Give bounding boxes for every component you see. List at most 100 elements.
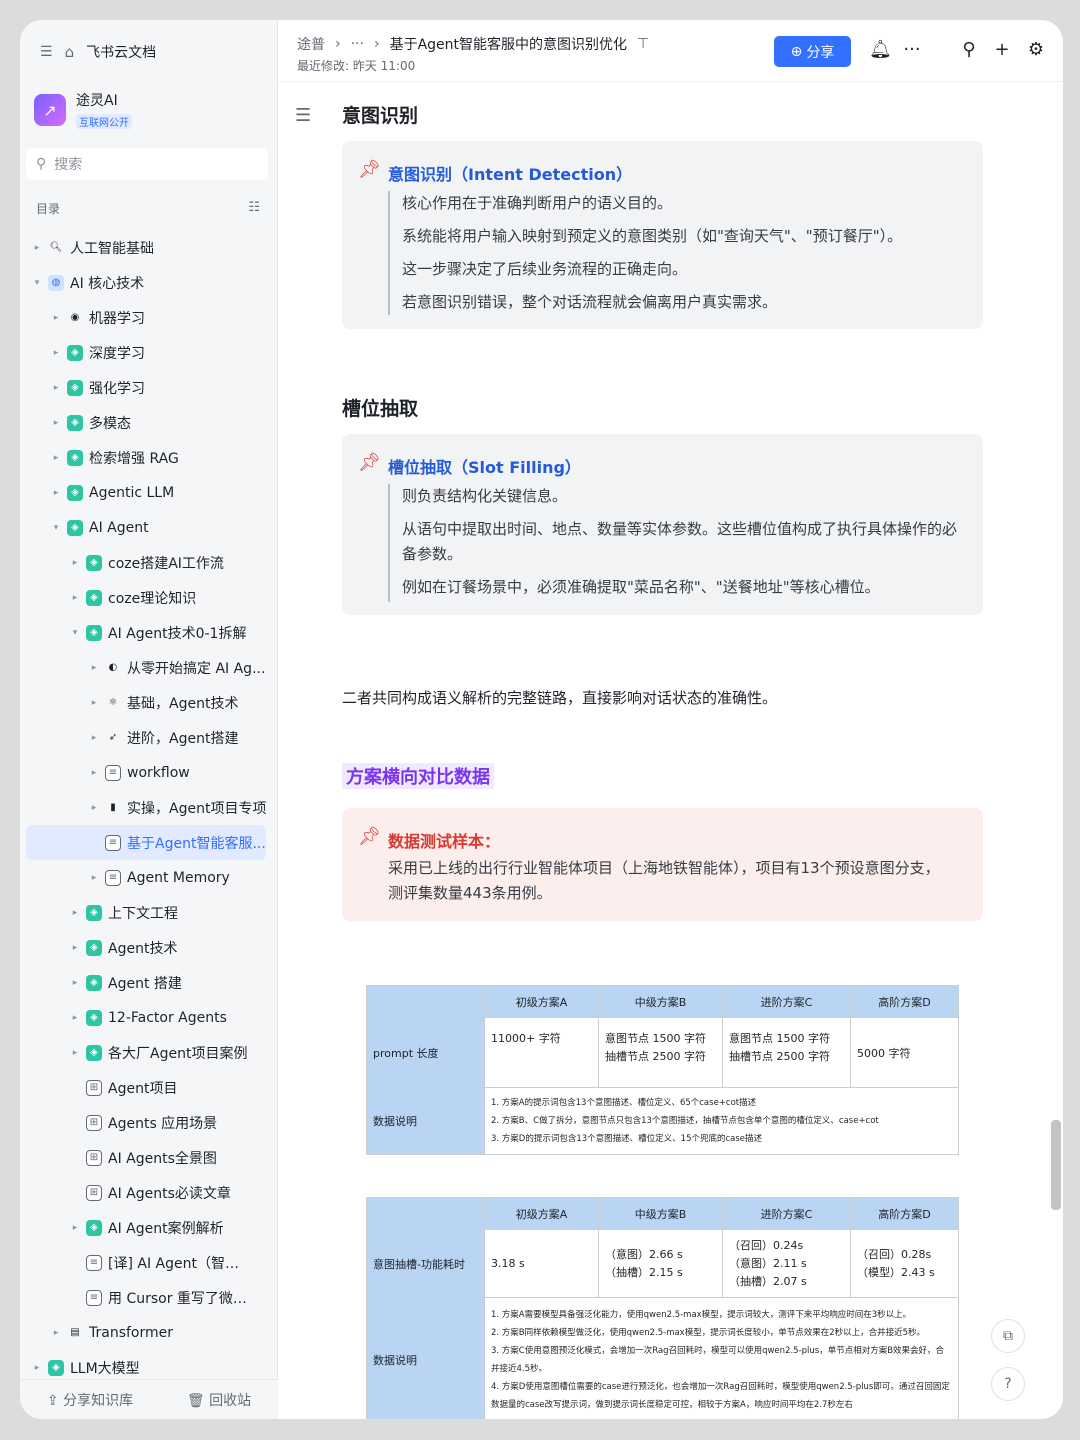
- outline-icon[interactable]: ☰: [295, 105, 311, 126]
- sidebar-item[interactable]: ▸ ≡ Agent Memory: [20, 860, 278, 895]
- sidebar-item[interactable]: ⊞ AI Agents必读文章: [20, 1175, 278, 1210]
- sidebar-item[interactable]: ▸ ➶ 进阶，Agent搭建: [20, 720, 278, 755]
- sidebar-item[interactable]: ▸ ◈ coze理论知识: [20, 580, 278, 615]
- gear-icon[interactable]: ⚙: [1025, 39, 1047, 60]
- share-kb-button[interactable]: ⇪ 分享知识库: [47, 1390, 133, 1410]
- knowledge-base-card[interactable]: ↗ 途灵AI 互联网公开: [34, 90, 132, 130]
- caret-right-icon[interactable]: ▸: [30, 243, 44, 253]
- caret-right-icon[interactable]: ▸: [68, 1048, 82, 1058]
- sidebar-item[interactable]: ▸ ◈ 12-Factor Agents: [20, 1000, 278, 1035]
- sidebar-item[interactable]: ▸ ▤ Transformer: [20, 1315, 278, 1350]
- caret-right-icon[interactable]: ▸: [87, 803, 101, 813]
- sidebar-item[interactable]: ▸ ◈ 检索增强 RAG: [20, 440, 278, 475]
- caret-right-icon[interactable]: ▸: [49, 488, 63, 498]
- sidebar-item[interactable]: ▸ ◈ Agent 搭建: [20, 965, 278, 1000]
- latency-table: 初级方案A 中级方案B 进阶方案C 高阶方案D 意图抽槽-功能耗时 3.18 s…: [366, 1197, 959, 1419]
- table-header-cell: 进阶方案C: [722, 985, 851, 1018]
- note-line: 1. 方案A的提示词包含13个意图描述、槽位定义、65个case+cot描述: [491, 1098, 757, 1108]
- caret-right-icon[interactable]: ▸: [49, 383, 63, 393]
- wiki-icon: ◈: [67, 379, 83, 396]
- more-icon[interactable]: ···: [901, 39, 923, 60]
- caret-down-icon[interactable]: ▾: [30, 278, 44, 288]
- sidebar-item[interactable]: ▸ ≡ workflow: [20, 755, 278, 790]
- note-line: 2. 方案B、C做了拆分，意图节点只包含13个意图描述，抽槽节点包含单个意图的槽…: [491, 1116, 879, 1126]
- home-icon[interactable]: ⌂: [65, 43, 75, 61]
- crumb-current[interactable]: 基于Agent智能客服中的意图识别优化: [390, 34, 627, 54]
- sidebar-item-label: 12-Factor Agents: [108, 1009, 227, 1026]
- caret-right-icon[interactable]: ▸: [68, 943, 82, 953]
- sidebar-item[interactable]: ⊞ AI Agents全景图: [20, 1140, 278, 1175]
- cell-line: （意图）2.66 s: [605, 1247, 683, 1261]
- caret-right-icon[interactable]: ▸: [87, 768, 101, 778]
- sidebar-item[interactable]: ▸ ◈ 深度学习: [20, 335, 278, 370]
- sidebar-item[interactable]: ▸ ▮ 实操，Agent项目专项: [20, 790, 278, 825]
- sidebar-item[interactable]: ≡ 用 Cursor 重写了微软...: [20, 1280, 278, 1315]
- sidebar-item[interactable]: ▸ 🔍︎ 人工智能基础: [20, 230, 278, 265]
- caret-right-icon[interactable]: ▸: [49, 418, 63, 428]
- caret-right-icon[interactable]: ▸: [68, 908, 82, 918]
- sidebar-item[interactable]: ▸ ◈ 强化学习: [20, 370, 278, 405]
- wiki-icon: ◈: [86, 624, 102, 641]
- prompt-length-table: 初级方案A 中级方案B 进阶方案C 高阶方案D prompt 长度 11000+…: [366, 985, 959, 1155]
- sidebar-item[interactable]: ▸ ◈ AI Agent案例解析: [20, 1210, 278, 1245]
- sidebar-item[interactable]: ≡ 基于Agent智能客服...: [26, 825, 266, 860]
- scrollbar-thumb[interactable]: [1051, 1120, 1061, 1210]
- sidebar-item[interactable]: ▸ ◈ Agent技术: [20, 930, 278, 965]
- list-view-icon[interactable]: ☷: [248, 200, 260, 217]
- sidebar-search-input[interactable]: ⚲ 搜索: [26, 148, 268, 180]
- plus-icon[interactable]: +: [991, 39, 1013, 60]
- sidebar-item[interactable]: ≡ [译] AI Agent（智能体...: [20, 1245, 278, 1280]
- caret-right-icon[interactable]: ▸: [30, 1363, 44, 1373]
- caret-right-icon[interactable]: ▸: [68, 593, 82, 603]
- copy-doc-button[interactable]: ⧉: [991, 1319, 1025, 1353]
- sidebar-item[interactable]: ▸ ⚛ 基础，Agent技术: [20, 685, 278, 720]
- trash-icon: 🗑: [186, 1392, 210, 1409]
- app-name[interactable]: 飞书云文档: [86, 42, 156, 62]
- caret-right-icon[interactable]: ▸: [87, 698, 101, 708]
- sidebar-item[interactable]: ▸ ◈ Agentic LLM: [20, 475, 278, 510]
- bell-icon[interactable]: 🔔︎: [869, 39, 892, 60]
- atom-icon: ⚛: [108, 697, 118, 708]
- chevron-right-icon: ›: [373, 36, 380, 52]
- intent-line: 若意图识别错误，整个对话流程就会偏离用户真实需求。: [402, 293, 778, 311]
- sidebar-item[interactable]: ▸ ◐ 从零开始搞定 AI Ag...: [20, 650, 278, 685]
- caret-right-icon[interactable]: ▸: [68, 1223, 82, 1233]
- sidebar-item-label: AI Agents全景图: [108, 1150, 217, 1167]
- pushpin-icon: 📌︎: [358, 826, 381, 847]
- help-button[interactable]: ?: [991, 1367, 1025, 1401]
- note-line: 4. 方案D使用意图槽位需要的case进行预泛化，也会增加一次Rag召回耗时，模…: [491, 1381, 950, 1410]
- caret-right-icon[interactable]: ▸: [49, 1328, 63, 1338]
- sidebar-item[interactable]: ▸ ◈ 各大厂Agent项目案例: [20, 1035, 278, 1070]
- wiki-icon: ◈: [86, 589, 102, 606]
- sidebar-item[interactable]: ▾ ◈ AI Agent: [20, 510, 278, 545]
- caret-right-icon[interactable]: ▸: [49, 453, 63, 463]
- caret-right-icon[interactable]: ▸: [49, 348, 63, 358]
- crumb-more[interactable]: ···: [351, 36, 364, 52]
- caret-right-icon[interactable]: ▸: [68, 978, 82, 988]
- pin-icon[interactable]: ⊤: [637, 36, 649, 52]
- sidebar-item-label: AI Agent技术0-1拆解: [108, 625, 247, 642]
- table-header-cell: 中级方案B: [598, 1197, 723, 1230]
- sidebar-item[interactable]: ▸ ◉ 机器学习: [20, 300, 278, 335]
- collapse-sidebar-icon[interactable]: ☰: [40, 44, 53, 60]
- sidebar-item[interactable]: ▸ ◈ coze搭建AI工作流: [20, 545, 278, 580]
- caret-down-icon[interactable]: ▾: [49, 523, 63, 533]
- sidebar-item[interactable]: ▸ ◈ 上下文工程: [20, 895, 278, 930]
- search-icon[interactable]: ⚲: [958, 39, 980, 60]
- caret-right-icon[interactable]: ▸: [68, 558, 82, 568]
- sidebar-item[interactable]: ▸ ◈ 多模态: [20, 405, 278, 440]
- share-button[interactable]: ⊕ 分享: [774, 36, 851, 67]
- caret-right-icon[interactable]: ▸: [49, 313, 63, 323]
- sidebar-item[interactable]: ▾ ◍ AI 核心技术: [20, 265, 278, 300]
- recycle-button[interactable]: 🗑 回收站: [187, 1390, 251, 1410]
- table-row: 数据说明 1. 方案A需要模型具备强泛化能力，使用qwen2.5-max模型，提…: [366, 1297, 959, 1419]
- sidebar-item[interactable]: ⊞ Agents 应用场景: [20, 1105, 278, 1140]
- caret-down-icon[interactable]: ▾: [68, 628, 82, 638]
- sidebar-item[interactable]: ▾ ◈ AI Agent技术0-1拆解: [20, 615, 278, 650]
- crumb-root[interactable]: 途普: [297, 34, 325, 54]
- caret-right-icon[interactable]: ▸: [87, 873, 101, 883]
- caret-right-icon[interactable]: ▸: [87, 733, 101, 743]
- sidebar-item[interactable]: ⊞ Agent项目: [20, 1070, 278, 1105]
- caret-right-icon[interactable]: ▸: [87, 663, 101, 673]
- caret-right-icon[interactable]: ▸: [68, 1013, 82, 1023]
